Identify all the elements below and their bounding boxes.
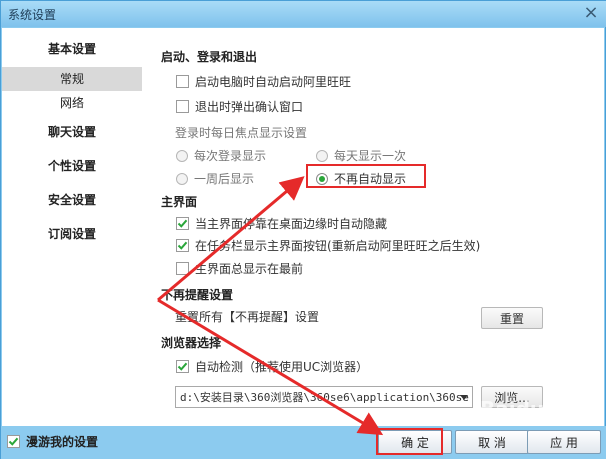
browser-section-title: 浏览器选择: [161, 336, 222, 350]
auto-hide-checkbox[interactable]: 当主界面停靠在桌面边缘时自动隐藏: [176, 215, 387, 232]
confirm-exit-label: 退出时弹出确认窗口: [195, 100, 304, 114]
browser-path-value: d:\安装目录\360浏览器\360se6\application\360se: [180, 391, 469, 404]
sidebar-item-subscription[interactable]: 订阅设置: [2, 223, 142, 245]
main-panel-section-title: 主界面: [161, 195, 198, 209]
browser-path-select[interactable]: d:\安装目录\360浏览器\360se6\application\360se: [175, 386, 473, 408]
settings-window: 系统设置 × 基本设置 常规 网络 聊天设置 个性设置 安全设置 订阅设置 启动…: [0, 0, 606, 459]
radio-once-daily-label: 每天显示一次: [334, 149, 407, 163]
sidebar-item-chat[interactable]: 聊天设置: [2, 121, 142, 143]
browse-button[interactable]: 浏览...: [481, 386, 543, 408]
sidebar-item-security[interactable]: 安全设置: [2, 189, 142, 211]
reset-button[interactable]: 重置: [481, 307, 543, 329]
always-on-top-label: 主界面总显示在最前: [195, 262, 304, 276]
checkbox-box[interactable]: [176, 100, 189, 113]
checkbox-box[interactable]: [176, 217, 189, 230]
auto-detect-checkbox[interactable]: 自动检测（推荐使用UC浏览器）: [176, 358, 368, 375]
checkbox-box[interactable]: [7, 435, 20, 448]
auto-start-label: 启动电脑时自动启动阿里旺旺: [195, 75, 352, 89]
checkbox-box[interactable]: [176, 75, 189, 88]
radio-circle[interactable]: [176, 172, 188, 185]
radio-once-daily[interactable]: 每天显示一次: [316, 147, 406, 164]
taskbar-button-checkbox[interactable]: 在任务栏显示主界面按钮(重新启动阿里旺旺之后生效): [176, 237, 480, 254]
sidebar-item-basic[interactable]: 基本设置: [2, 38, 142, 60]
settings-content: 启动、登录和退出 启动电脑时自动启动阿里旺旺 退出时弹出确认窗口 登录时每日焦点…: [142, 28, 604, 426]
no-remind-section-title: 不再提醒设置: [161, 288, 234, 302]
radio-circle[interactable]: [176, 149, 188, 162]
sidebar: 基本设置 常规 网络 聊天设置 个性设置 安全设置 订阅设置: [2, 28, 142, 428]
auto-detect-label: 自动检测（推荐使用UC浏览器）: [195, 360, 369, 374]
check-icon: [177, 362, 188, 371]
radio-after-week-label: 一周后显示: [194, 172, 255, 186]
always-on-top-checkbox[interactable]: 主界面总显示在最前: [176, 260, 303, 277]
roam-settings-checkbox[interactable]: 漫游我的设置: [7, 433, 98, 450]
chevron-down-icon[interactable]: [460, 395, 468, 400]
title-bar[interactable]: 系统设置 ×: [1, 1, 606, 27]
radio-never-show[interactable]: 不再自动显示: [316, 170, 406, 187]
radio-circle[interactable]: [316, 149, 328, 162]
radio-every-login[interactable]: 每次登录显示: [176, 147, 266, 164]
apply-button[interactable]: 应 用: [527, 430, 601, 454]
radio-never-show-label: 不再自动显示: [334, 172, 407, 186]
radio-circle-selected[interactable]: [316, 172, 328, 185]
footer-bar: 漫游我的设置 确 定 取 消 应 用: [1, 426, 606, 459]
roam-settings-label: 漫游我的设置: [26, 435, 99, 449]
confirm-exit-checkbox[interactable]: 退出时弹出确认窗口: [176, 98, 303, 115]
radio-every-login-label: 每次登录显示: [194, 149, 267, 163]
radio-after-week[interactable]: 一周后显示: [176, 170, 254, 187]
auto-hide-label: 当主界面停靠在桌面边缘时自动隐藏: [195, 217, 388, 231]
check-icon: [177, 219, 188, 228]
checkbox-box[interactable]: [176, 360, 189, 373]
focus-setting-label: 登录时每日焦点显示设置: [175, 126, 308, 140]
ok-button[interactable]: 确 定: [378, 430, 452, 454]
cancel-button[interactable]: 取 消: [455, 430, 529, 454]
reset-reminders-text: 重置所有【不再提醒】设置: [175, 310, 320, 324]
check-icon: [8, 437, 19, 446]
taskbar-button-label: 在任务栏显示主界面按钮(重新启动阿里旺旺之后生效): [195, 239, 481, 253]
startup-section-title: 启动、登录和退出: [161, 50, 258, 64]
checkbox-box[interactable]: [176, 239, 189, 252]
sidebar-item-general[interactable]: 常规: [2, 67, 142, 91]
sidebar-item-personal[interactable]: 个性设置: [2, 155, 142, 177]
auto-start-checkbox[interactable]: 启动电脑时自动启动阿里旺旺: [176, 73, 351, 90]
checkbox-box[interactable]: [176, 262, 189, 275]
sidebar-item-network[interactable]: 网络: [2, 92, 142, 114]
close-icon[interactable]: ×: [581, 3, 601, 23]
check-icon: [177, 241, 188, 250]
window-title: 系统设置: [8, 8, 57, 22]
